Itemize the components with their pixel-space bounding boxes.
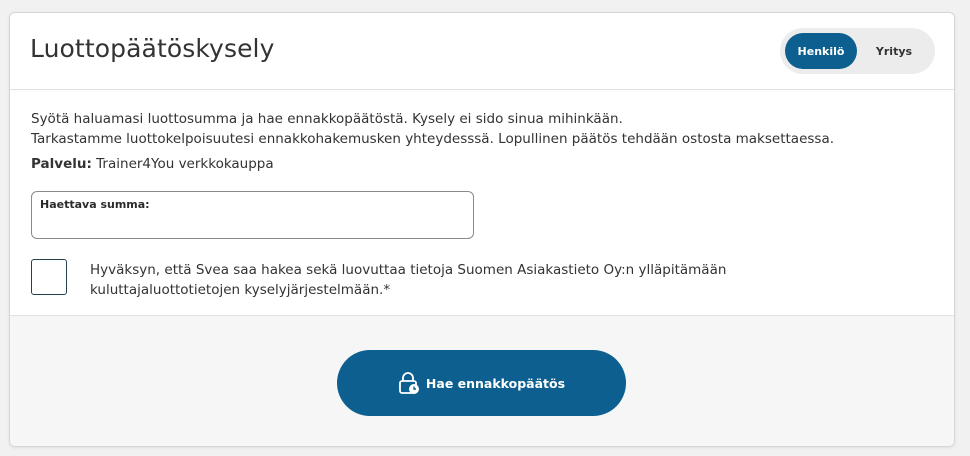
service-value: Trainer4You verkkokauppa <box>96 156 274 172</box>
toggle-option-yritys[interactable]: Yritys <box>859 33 929 69</box>
submit-button-label: Hae ennakkopäätös <box>425 375 566 391</box>
toggle-option-henkilo[interactable]: Henkilö <box>785 33 857 69</box>
intro-text: Syötä haluamasi luottosumma ja hae ennak… <box>31 109 931 149</box>
service-info: Palvelu: Trainer4You verkkokauppa <box>31 156 274 172</box>
card-body: Syötä haluamasi luottosumma ja hae ennak… <box>10 90 954 315</box>
consent-line-2: kuluttajaluottotietojen kyselyjärjestelm… <box>90 282 391 298</box>
credit-decision-card: Luottopäätöskysely Henkilö Yritys Syötä … <box>9 12 955 447</box>
amount-field[interactable]: Haettava summa: <box>31 191 474 239</box>
amount-input[interactable] <box>40 214 464 236</box>
card-header: Luottopäätöskysely Henkilö Yritys <box>10 13 954 90</box>
customer-type-toggle: Henkilö Yritys <box>780 28 935 74</box>
consent-text: Hyväksyn, että Svea saa hakea sekä luovu… <box>90 260 890 300</box>
intro-line-1: Syötä haluamasi luottosumma ja hae ennak… <box>31 111 623 127</box>
consent-line-1: Hyväksyn, että Svea saa hakea sekä luovu… <box>90 262 727 278</box>
intro-line-2: Tarkastamme luottokelpoisuutesi ennakkoh… <box>31 131 835 147</box>
amount-field-label: Haettava summa: <box>40 198 150 211</box>
card-footer: Hae ennakkopäätös <box>10 315 954 446</box>
consent-checkbox[interactable] <box>31 259 67 295</box>
service-label: Palvelu: <box>31 156 92 172</box>
lock-clock-icon <box>398 371 420 395</box>
submit-button[interactable]: Hae ennakkopäätös <box>337 350 626 416</box>
page-title: Luottopäätöskysely <box>30 34 275 63</box>
